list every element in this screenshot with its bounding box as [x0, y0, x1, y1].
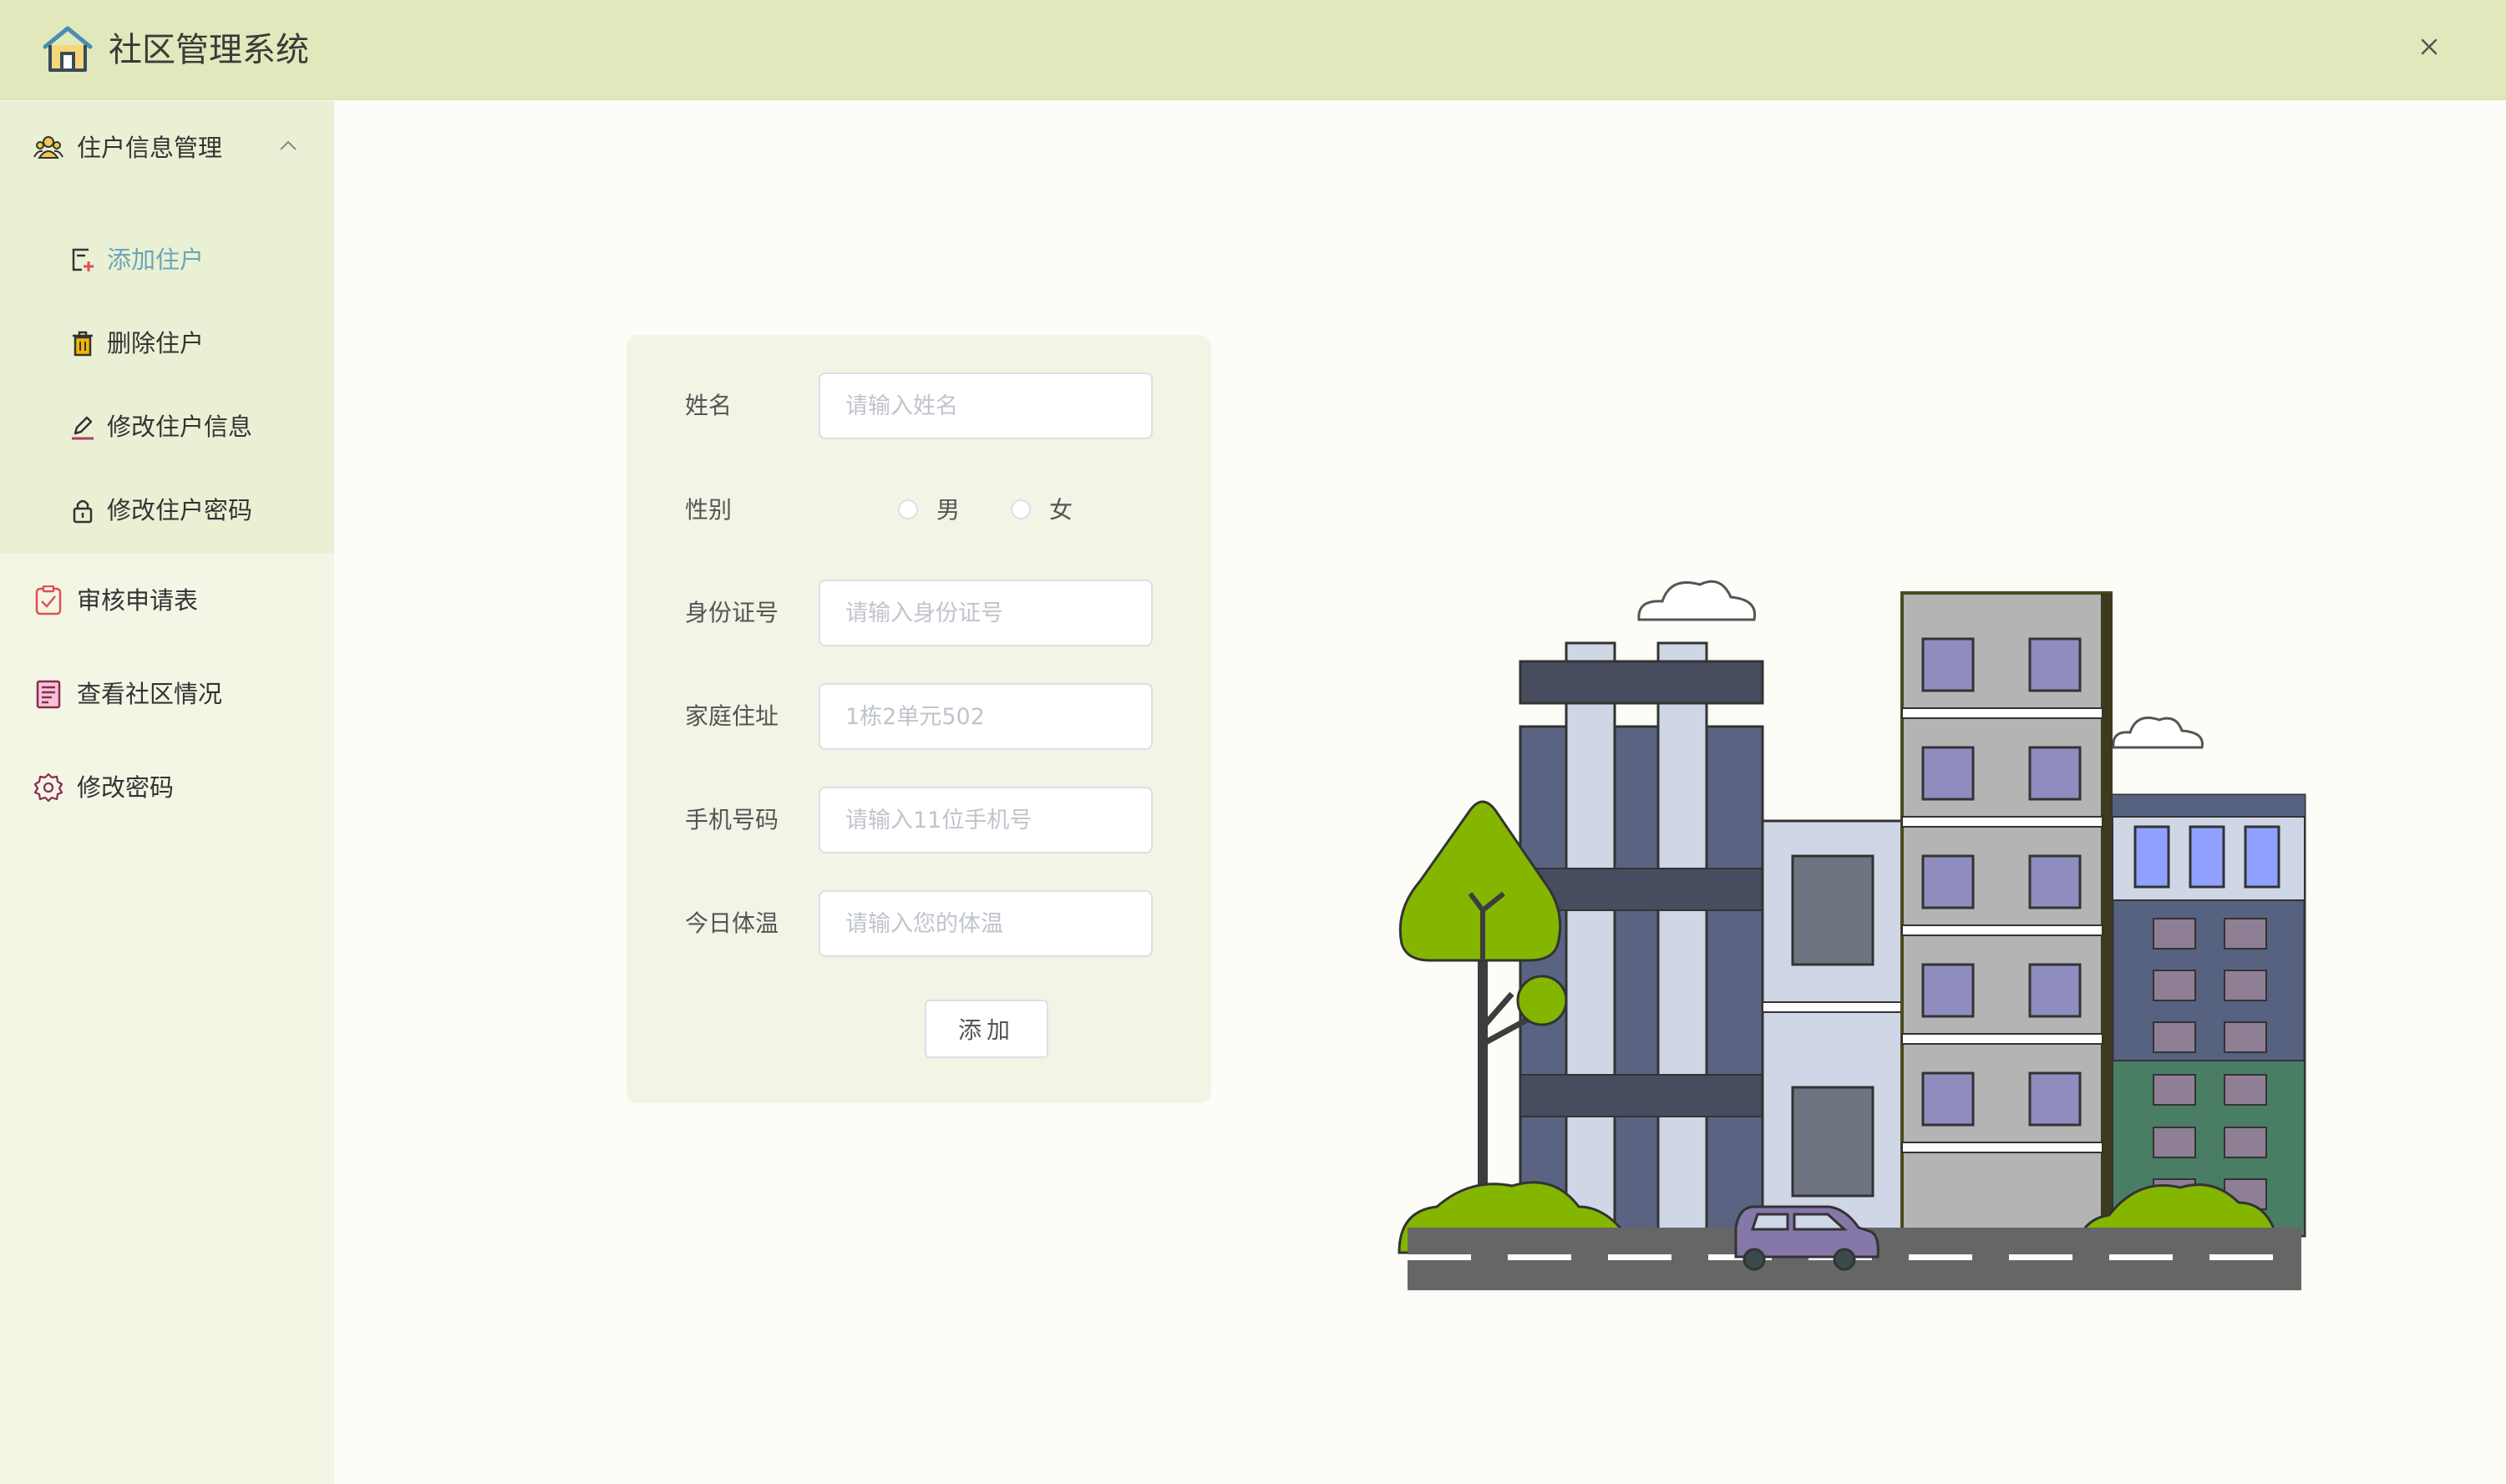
sidebar-item-edit-resident[interactable]: 修改住户信息: [0, 385, 334, 468]
lock-icon: [73, 499, 93, 524]
sidebar: 住户信息管理 添加住户 删除住户 修改住户信息 修改住户密码 审核申请表 查看社…: [0, 101, 334, 1484]
sidebar-item-label: 删除住户: [107, 329, 205, 357]
sidebar-item-resident-password[interactable]: 修改住户密码: [0, 468, 334, 552]
sidebar-item-delete-resident[interactable]: 删除住户: [0, 301, 334, 385]
radio-circle: [1011, 499, 1031, 519]
radio-circle: [898, 499, 918, 519]
sidebar-item-label: 修改住户信息: [107, 413, 253, 441]
id-number-label: 身份证号: [685, 599, 779, 626]
temperature-input[interactable]: [819, 890, 1153, 957]
report-icon: [36, 680, 61, 709]
phone-input[interactable]: [819, 787, 1153, 853]
chevron-up-icon: [280, 140, 297, 150]
close-icon[interactable]: [2412, 30, 2446, 63]
address-input[interactable]: [819, 683, 1153, 750]
add-form-icon: [72, 248, 94, 271]
sidebar-item-review-applications[interactable]: 审核申请表: [0, 554, 334, 647]
sidebar-item-label: 查看社区情况: [77, 680, 223, 708]
sidebar-item-resident-management[interactable]: 住户信息管理: [0, 101, 334, 195]
name-input[interactable]: [819, 372, 1153, 439]
trash-icon: [73, 331, 93, 357]
sidebar-item-label: 修改密码: [77, 773, 175, 802]
sidebar-item-change-password[interactable]: 修改密码: [0, 741, 334, 834]
edit-icon: [72, 416, 94, 440]
id-number-input[interactable]: [819, 580, 1153, 646]
address-label: 家庭住址: [685, 702, 779, 730]
sidebar-item-label: 审核申请表: [77, 586, 199, 615]
add-button[interactable]: 添加: [925, 1000, 1048, 1058]
sidebar-item-label: 修改住户密码: [107, 496, 253, 524]
radio-label: 男: [936, 496, 961, 524]
app-header: 社区管理系统: [0, 0, 2506, 100]
users-icon: [33, 136, 63, 159]
nav-group-residents: 住户信息管理 添加住户 删除住户 修改住户信息 修改住户密码: [0, 101, 334, 554]
phone-label: 手机号码: [685, 806, 779, 833]
gender-label: 性别: [685, 496, 733, 524]
temperature-label: 今日体温: [685, 909, 779, 937]
sidebar-item-label: 添加住户: [107, 246, 205, 274]
house-icon: [43, 26, 93, 72]
add-resident-form: 姓名 性别 男 女 身份证号 家庭住址 手机号码 今日体温 添加: [626, 335, 1211, 1103]
sidebar-item-label: 住户信息管理: [77, 134, 223, 162]
gear-icon: [33, 772, 63, 803]
radio-label: 女: [1049, 496, 1073, 524]
city-illustration: [1398, 580, 2306, 1290]
checklist-icon: [35, 585, 62, 615]
sidebar-item-community-status[interactable]: 查看社区情况: [0, 647, 334, 741]
sidebar-item-add-resident[interactable]: 添加住户: [0, 218, 334, 301]
app-title: 社区管理系统: [109, 31, 309, 69]
name-label: 姓名: [685, 392, 733, 419]
